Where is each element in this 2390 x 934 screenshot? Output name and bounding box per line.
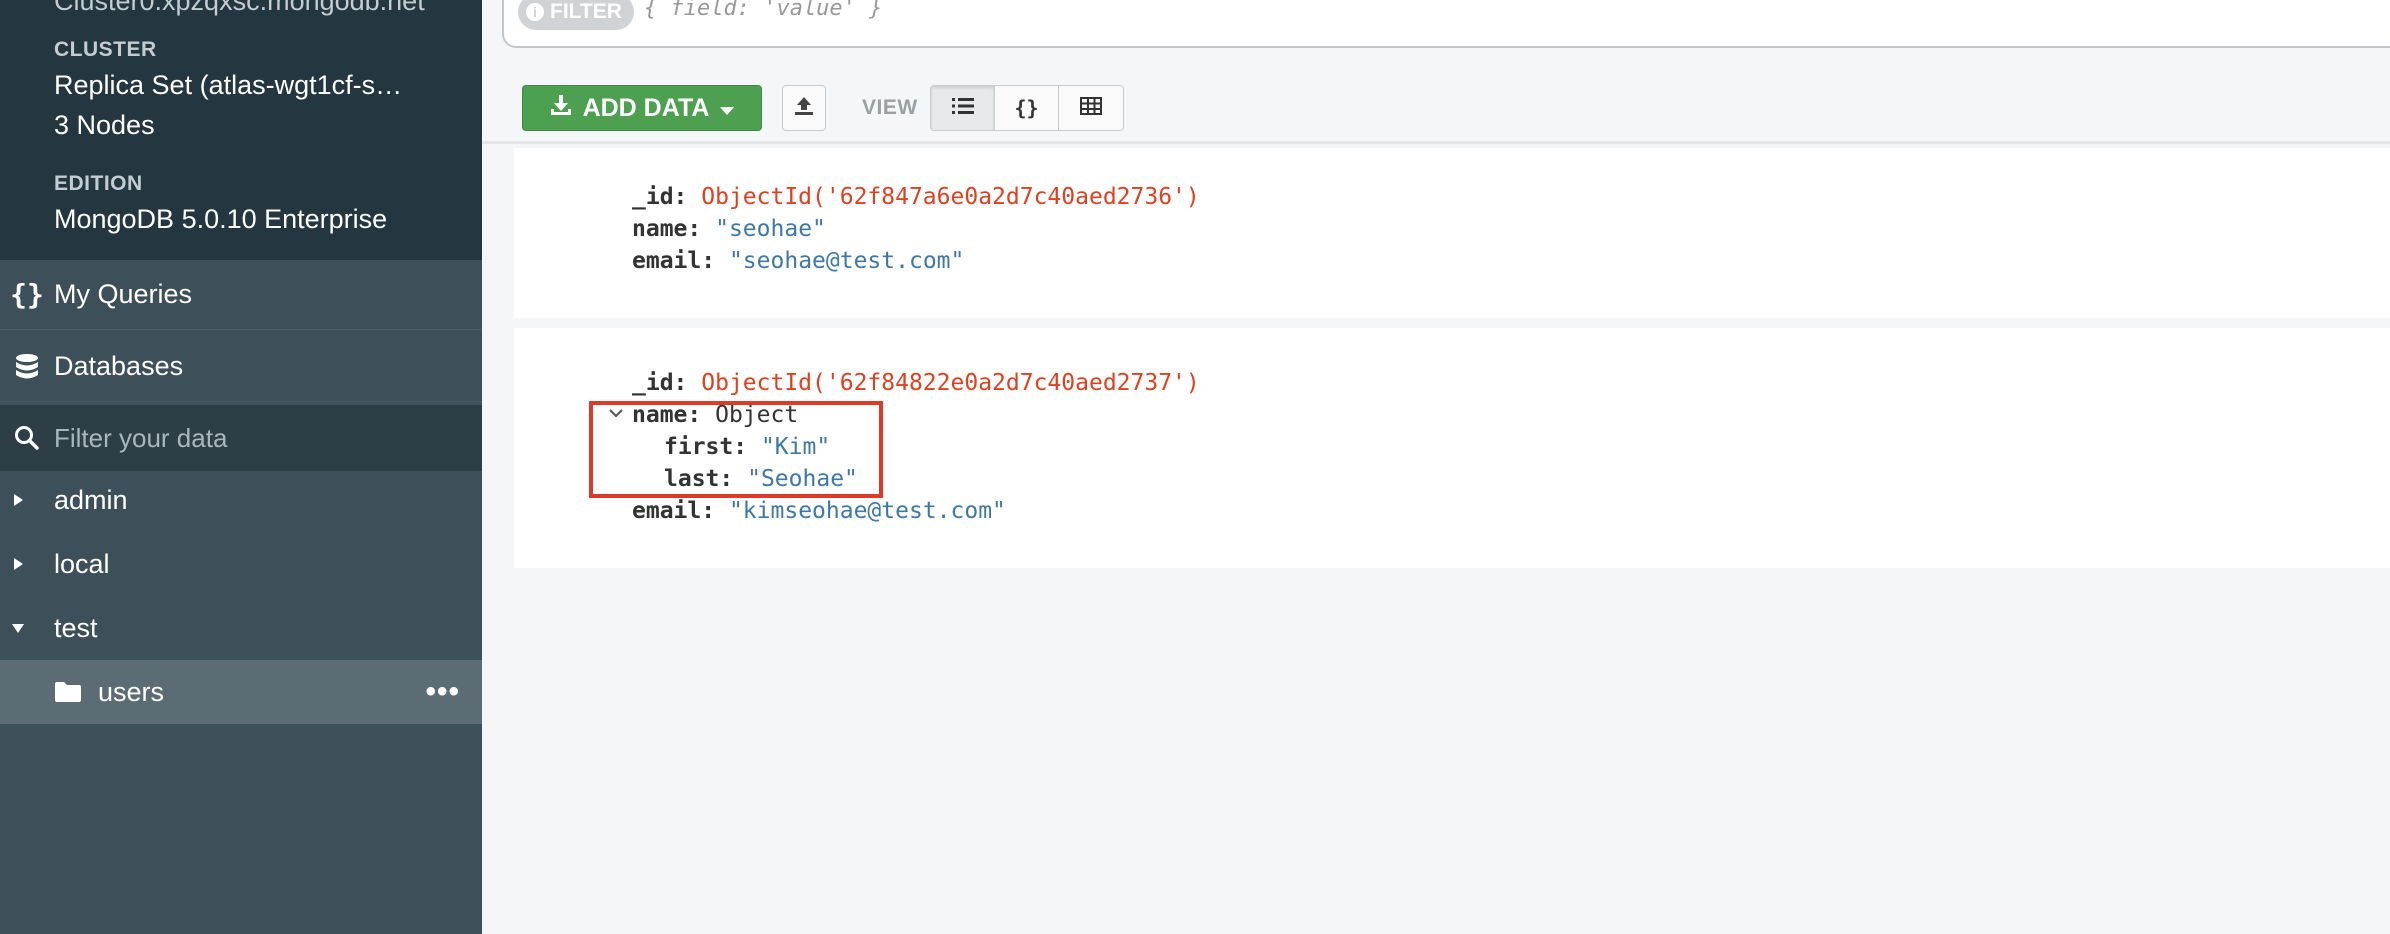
field-row-name: name: "seohae" (632, 216, 826, 242)
field-value: ObjectId('62f847a6e0a2d7c40aed2736') (701, 184, 1200, 210)
database-label: admin (54, 484, 128, 515)
collection-label: users (98, 676, 165, 707)
upload-icon (793, 95, 815, 122)
table-icon (1080, 96, 1102, 120)
database-item-admin[interactable]: admin (0, 468, 482, 532)
field-row-email: email: "seohae@test.com" (632, 248, 964, 274)
database-label: test (54, 612, 98, 643)
list-icon (951, 96, 974, 120)
search-icon (0, 425, 54, 451)
add-data-label: ADD DATA (582, 93, 710, 122)
add-data-button[interactable]: ADD DATA (522, 85, 762, 131)
nav-databases-label: Databases (54, 351, 184, 381)
filter-input[interactable]: { field: 'value' } (644, 0, 882, 21)
database-icon (0, 353, 54, 381)
sidebar-filter-input[interactable]: Filter your data (54, 423, 227, 454)
documents-toolbar: ADD DATA VIEW {} (482, 62, 2390, 144)
caret-right-icon[interactable] (0, 493, 36, 507)
caret-right-icon[interactable] (0, 557, 36, 571)
instance-info-panel: Cluster0.xpzqxsc.mongodb.net CLUSTER Rep… (0, 0, 482, 260)
cluster-label: CLUSTER (54, 38, 157, 61)
collection-item-users[interactable]: users ••• (0, 660, 482, 724)
filter-pill-label: FILTER (550, 0, 622, 23)
field-key: email: (632, 248, 716, 274)
field-row-id: _id: ObjectId('62f84822e0a2d7c40aed2737'… (632, 370, 1200, 396)
sidebar-filter[interactable]: Filter your data (0, 405, 482, 471)
download-icon (549, 93, 573, 124)
filter-pill[interactable]: i FILTER (518, 0, 634, 30)
view-switcher: {} (930, 85, 1124, 131)
braces-icon: {} (10, 278, 44, 311)
edition-value: MongoDB 5.0.10 Enterprise (54, 204, 388, 234)
table-view-button[interactable] (1059, 86, 1123, 130)
braces-icon: {} (1014, 96, 1039, 120)
annotation-highlight-box (589, 401, 883, 498)
folder-icon (54, 681, 82, 703)
chevron-down-icon (719, 94, 735, 123)
field-row-email: email: "kimseohae@test.com" (632, 498, 1006, 524)
nav-my-queries[interactable]: {} My Queries (0, 260, 482, 330)
info-icon: i (526, 3, 544, 21)
field-key: _id: (632, 370, 688, 396)
export-button[interactable] (782, 85, 826, 131)
view-label: VIEW (862, 96, 918, 119)
filter-input-box[interactable]: i FILTER { field: 'value' } (502, 0, 2390, 48)
document-card[interactable]: _id: ObjectId('62f84822e0a2d7c40aed2737'… (514, 328, 2390, 568)
database-item-local[interactable]: local (0, 532, 482, 596)
field-value: "kimseohae@test.com" (728, 498, 1006, 524)
field-key: name: (632, 216, 702, 242)
cluster-nodes: 3 Nodes (54, 110, 155, 140)
sidebar: Cluster0.xpzqxsc.mongodb.net CLUSTER Rep… (0, 0, 482, 934)
cluster-host-title: Cluster0.xpzqxsc.mongodb.net (54, 0, 425, 16)
field-key: email: (632, 498, 716, 524)
database-item-test[interactable]: test (0, 596, 482, 660)
database-label: local (54, 548, 110, 579)
field-value: "seohae" (715, 216, 826, 242)
nav-my-queries-label: My Queries (54, 279, 193, 309)
more-options-icon[interactable]: ••• (425, 660, 460, 724)
field-key: _id: (632, 184, 688, 210)
query-bar: i FILTER { field: 'value' } (482, 0, 2390, 62)
main-content: i FILTER { field: 'value' } ADD DATA VIE… (482, 0, 2390, 934)
field-value: ObjectId('62f84822e0a2d7c40aed2737') (701, 370, 1200, 396)
json-view-button[interactable]: {} (995, 86, 1059, 130)
nav-databases[interactable]: Databases (0, 332, 482, 402)
list-view-button[interactable] (931, 86, 995, 130)
field-value: "seohae@test.com" (728, 248, 965, 274)
caret-down-icon[interactable] (0, 622, 36, 634)
document-card[interactable]: _id: ObjectId('62f847a6e0a2d7c40aed2736'… (514, 148, 2390, 318)
edition-label: EDITION (54, 172, 143, 195)
field-row-id: _id: ObjectId('62f847a6e0a2d7c40aed2736'… (632, 184, 1200, 210)
cluster-value: Replica Set (atlas-wgt1cf-s… (54, 70, 403, 100)
